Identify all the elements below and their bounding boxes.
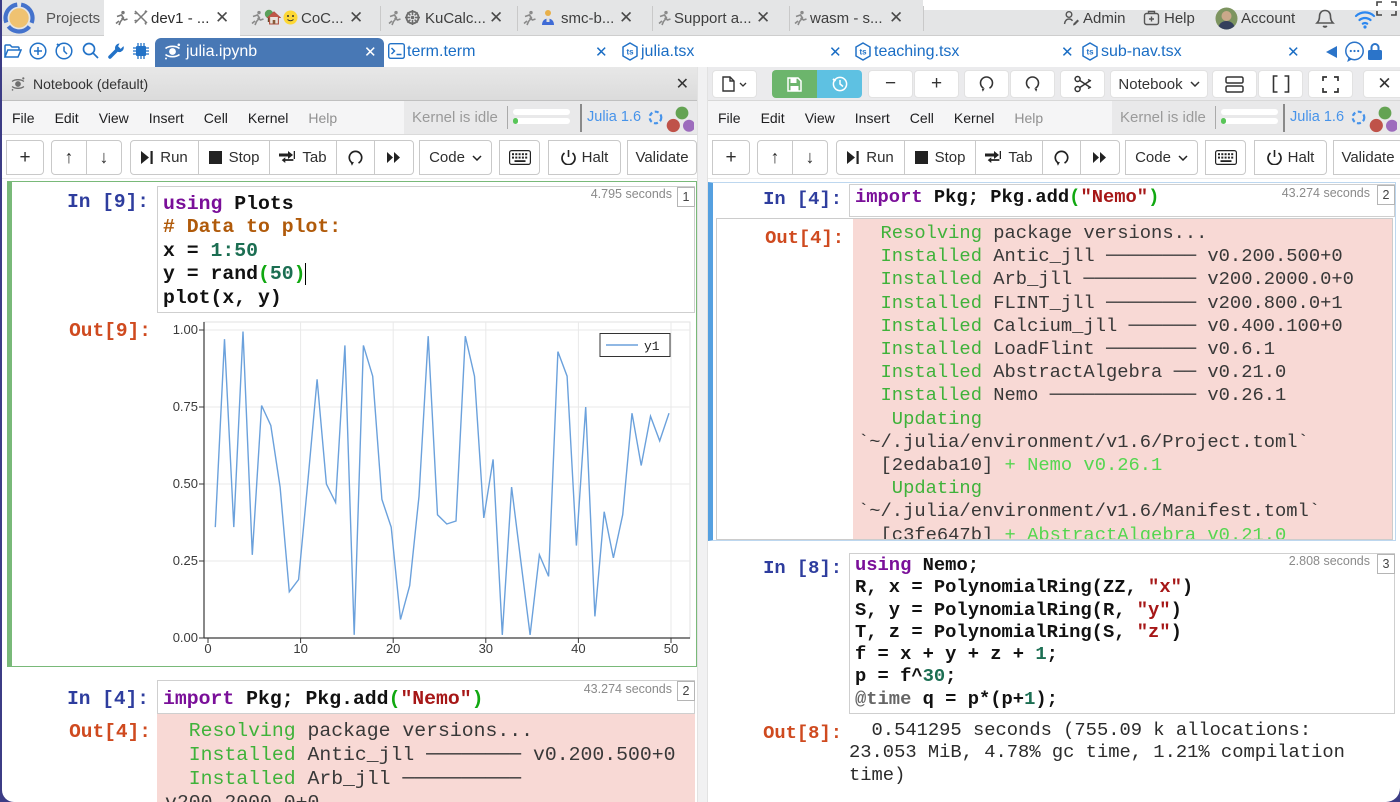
svg-text:20: 20 <box>386 641 400 656</box>
svg-text:10: 10 <box>293 641 307 656</box>
svg-text:0.75: 0.75 <box>173 399 198 414</box>
svg-text:0.50: 0.50 <box>173 476 198 491</box>
svg-text:50: 50 <box>664 641 678 656</box>
svg-text:y1: y1 <box>644 339 660 354</box>
svg-text:ts: ts <box>626 48 634 57</box>
svg-text:30: 30 <box>479 641 493 656</box>
svg-text:0.00: 0.00 <box>173 630 198 645</box>
svg-text:ts: ts <box>859 48 867 57</box>
svg-text:40: 40 <box>571 641 585 656</box>
svg-text:1.00: 1.00 <box>173 322 198 337</box>
svg-text:ts: ts <box>1086 48 1094 57</box>
svg-text:0: 0 <box>204 641 211 656</box>
svg-text:0.25: 0.25 <box>173 553 198 568</box>
